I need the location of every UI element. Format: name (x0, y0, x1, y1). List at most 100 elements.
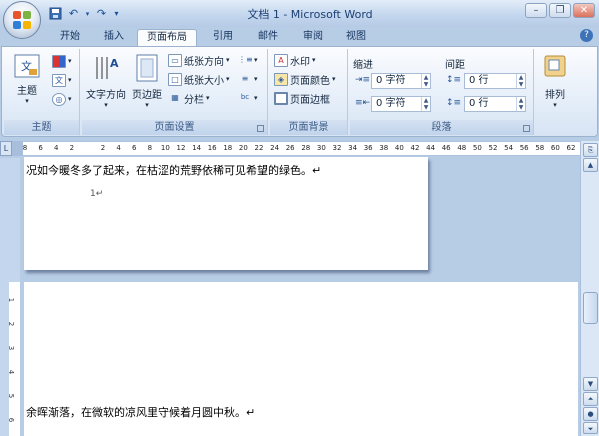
indent-right-icon: ≡⇤ (355, 98, 371, 108)
vertical-scrollbar[interactable]: ⎘ ▲ ▼ ⏶ ● ⏷ (580, 141, 599, 436)
tab-review[interactable]: 审阅 (295, 29, 331, 46)
ruler-tick-label: 38 (379, 144, 389, 152)
chevron-down-icon: ▾ (553, 101, 557, 109)
close-button[interactable]: ✕ (573, 3, 595, 18)
next-page-icon[interactable]: ⏷ (583, 422, 598, 434)
ruler-tick-label: 60 (550, 144, 560, 152)
margins-button[interactable]: 页边距 ▾ (130, 53, 164, 109)
size-button[interactable]: □ 纸张大小 ▾ (168, 71, 230, 87)
theme-fonts-icon: 文 (52, 73, 66, 87)
tab-selector[interactable]: L (0, 141, 12, 156)
ruler-tick-label: 12 (176, 144, 186, 152)
breaks-button[interactable]: ⋮≡ ▾ (238, 52, 258, 68)
theme-fonts-button[interactable]: 文 ▾ (52, 72, 72, 88)
orientation-button[interactable]: ▭ 纸张方向 ▾ (168, 52, 230, 68)
text-direction-button[interactable]: A 文字方向 ▾ (85, 53, 127, 109)
indent-left-field[interactable]: 0 字符 ▲ ▼ (371, 73, 431, 89)
ruler-tick-label: 20 (238, 144, 248, 152)
document-line-1[interactable]: 况如今暖冬多了起来，在枯涩的荒野依稀可见希望的绿色。↵ (26, 162, 321, 178)
undo-dropdown-icon[interactable]: ▾ (84, 6, 91, 21)
customize-qat-icon[interactable]: ▾ (112, 6, 121, 21)
ruler-ticks: 8 6 4 2 2 4 6 8 10 12 14 16 18 20 22 24 26 28 30 32 34 36 38 40… (12, 141, 580, 156)
chevron-down-icon: ▾ (104, 101, 108, 109)
ruler-tick-label: 6 (131, 144, 137, 152)
group-label-themes: 主题 (4, 120, 79, 135)
group-label-page-background: 页面背景 (270, 120, 347, 135)
line-numbers-button[interactable]: ≡ ▾ (238, 71, 258, 87)
undo-icon[interactable]: ↶ (66, 6, 81, 21)
tab-mailings[interactable]: 邮件 (250, 29, 286, 46)
watermark-button[interactable]: A 水印 ▾ (274, 52, 316, 68)
margins-icon (136, 54, 158, 82)
indent-title: 缩进 (353, 60, 373, 71)
group-label-paragraph: 段落 (350, 120, 533, 135)
help-icon[interactable]: ? (580, 29, 593, 42)
restore-button[interactable]: ❐ (549, 3, 571, 18)
document-line-2[interactable]: 余晖渐落，在微软的凉风里守候着月圆中秋。↵ (26, 404, 255, 420)
select-browse-object-icon[interactable]: ● (583, 407, 598, 421)
ruler-tick-label: 8 (147, 144, 153, 152)
previous-page-icon[interactable]: ⏶ (583, 392, 598, 406)
window-title: 文档 1 - Microsoft Word (247, 8, 373, 21)
indent-right-field[interactable]: 0 字符 ▲ ▼ (371, 96, 431, 112)
themes-button-label: 主题 (17, 86, 37, 97)
ruler-tick-label: 14 (192, 144, 202, 152)
text-direction-label: 文字方向 (86, 90, 126, 101)
tab-page-layout[interactable]: 页面布局 (137, 29, 197, 46)
theme-colors-button[interactable]: ▾ (52, 53, 72, 69)
ruler-tick-label: 22 (254, 144, 264, 152)
themes-button[interactable]: 文 主题 ▾ (10, 53, 44, 105)
ruler-tick-label: 2 (100, 144, 106, 152)
tab-home[interactable]: 开始 (52, 29, 88, 46)
tab-references[interactable]: 引用 (205, 29, 241, 46)
page-border-icon (274, 91, 288, 105)
group-page-background: A 水印 ▾ ◈ 页面颜色 ▾ 页面边框 页面背景 (270, 49, 348, 135)
scroll-thumb[interactable] (583, 292, 598, 324)
hyphenation-button[interactable]: bc ▾ (238, 90, 258, 106)
theme-colors-icon (52, 54, 66, 68)
group-page-setup: A 文字方向 ▾ 页边距 ▾ ▭ 纸张方向 ▾ □ 纸张大小 ▾ ▦ 分栏 ▾ ⋮≡ ▾ ≡ ▾… (82, 49, 268, 135)
ruler-tick-label: 50 (472, 144, 482, 152)
ribbon-tabs: 开始 插入 页面布局 引用 邮件 审阅 视图 (0, 27, 599, 46)
ribbon: 文 主题 ▾ ▾ 文 ▾ ◎ ▾ 主题 A 文字方向 ▾ 页边距 ▾ ▭ 纸张方向 ▾ … (1, 46, 598, 137)
group-paragraph: 缩进 间距 ⇥≡ 0 字符 ▲ ▼ ≡⇤ 0 字符 ▲ ▼ ↕≡ 0 行 ▲ ▼ ↕≡ 0 … (350, 49, 534, 135)
theme-effects-button[interactable]: ◎ ▾ (52, 91, 72, 107)
text-direction-icon: A (96, 57, 119, 79)
chevron-down-icon: ▾ (25, 97, 29, 105)
breaks-icon: ⋮≡ (238, 54, 253, 64)
tab-insert[interactable]: 插入 (96, 29, 132, 46)
vertical-ruler-tick-label: 6 (7, 417, 16, 423)
ruler-tick-label: 8 (22, 144, 28, 152)
save-icon[interactable] (48, 6, 63, 21)
ruler-tick-label: 44 (426, 144, 436, 152)
scroll-down-arrow-icon[interactable]: ▼ (583, 377, 598, 391)
ruler-tick-label: 52 (488, 144, 498, 152)
ruler-tick-label: 36 (363, 144, 373, 152)
spacing-before-field[interactable]: 0 行 ▲ ▼ (464, 73, 526, 89)
vertical-ruler-tick-label: 1 (7, 297, 16, 303)
view-ruler-toggle-icon[interactable]: ⎘ (583, 143, 598, 157)
vertical-ruler-tick-label: 2 (7, 321, 16, 327)
arrange-label: 排列 (545, 90, 565, 101)
scroll-up-arrow-icon[interactable]: ▲ (583, 158, 598, 172)
svg-text:A: A (110, 57, 119, 70)
ruler-tick-label: 32 (332, 144, 342, 152)
ruler-tick-label: 34 (348, 144, 358, 152)
office-logo-icon (13, 11, 31, 29)
theme-effects-icon: ◎ (52, 92, 66, 106)
redo-icon[interactable]: ↷ (94, 6, 109, 21)
arrange-button[interactable]: 排列 ▾ (539, 53, 571, 109)
tab-view[interactable]: 视图 (338, 29, 374, 46)
ruler-tick-label: 46 (441, 144, 451, 152)
ruler-tick-label: 4 (53, 144, 59, 152)
page-setup-dialog-launcher[interactable] (257, 125, 264, 132)
page-border-button[interactable]: 页面边框 (274, 90, 330, 106)
margins-label: 页边距 (132, 90, 162, 101)
group-label-page-setup: 页面设置 (82, 120, 267, 135)
spacing-after-field[interactable]: 0 行 ▲ ▼ (464, 96, 526, 112)
office-button[interactable] (3, 1, 41, 39)
columns-button[interactable]: ▦ 分栏 ▾ (168, 90, 209, 106)
paragraph-dialog-launcher[interactable] (523, 125, 530, 132)
minimize-button[interactable]: – (525, 3, 547, 18)
page-color-button[interactable]: ◈ 页面颜色 ▾ (274, 71, 336, 87)
